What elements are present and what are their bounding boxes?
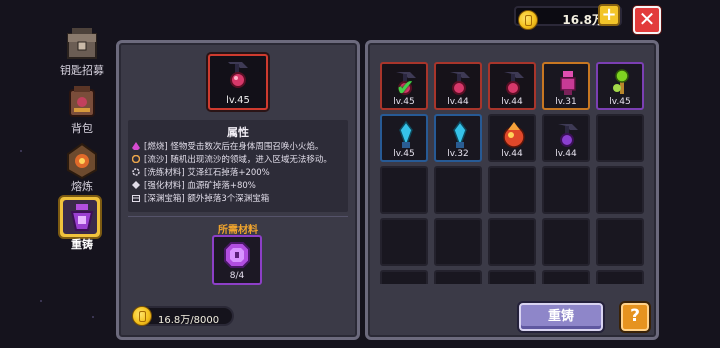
nav-label: 重铸 — [71, 238, 93, 251]
backpack-icon — [62, 82, 102, 122]
coin-icon — [518, 10, 538, 30]
inventory-grid: ✔ lv.45 lv.44 lv.44 lv.31 lv.45 lv.45 lv… — [378, 60, 646, 284]
help-button[interactable]: ? — [621, 303, 649, 331]
inventory-slot[interactable]: lv.44 — [434, 62, 482, 110]
coin-icon — [132, 306, 152, 326]
chest-icon — [62, 24, 102, 64]
purple-gem-icon — [224, 242, 250, 268]
slot-level: lv.45 — [393, 149, 415, 159]
attributes-title: 属性 — [227, 126, 249, 139]
empty-slot[interactable] — [488, 270, 536, 284]
reforge-cost: 16.8万/8000 — [132, 306, 234, 326]
slot-level: lv.45 — [393, 97, 415, 107]
cost-amount: 16.8万/8000 — [158, 315, 220, 326]
blue-crystal-icon — [453, 120, 467, 149]
attributes-box: 属性 [燃烧] 怪物受击数次后在身体周围召唤小火焰。 [流沙] 随机出现流沙的领… — [128, 120, 348, 212]
attribute-row: [流沙] 随机出现流沙的领域，进入区域无法移动。 — [131, 153, 332, 165]
selected-item-level: lv.45 — [226, 95, 250, 106]
box-icon — [132, 194, 140, 202]
nav-item-smelt[interactable]: 熔炼 — [56, 140, 108, 194]
blue-crystal-icon — [399, 120, 413, 149]
empty-slot[interactable] — [488, 218, 536, 266]
inventory-slot[interactable]: ✔ lv.45 — [380, 62, 428, 110]
reforge-button[interactable]: 重铸 — [519, 303, 603, 331]
inventory-slot[interactable]: lv.44 — [542, 114, 590, 162]
empty-slot[interactable] — [542, 270, 590, 284]
nav-label: 背包 — [71, 122, 93, 135]
gear-icon — [132, 168, 140, 176]
swirl-icon — [131, 154, 141, 164]
required-material-slot[interactable]: 8/4 — [212, 235, 262, 285]
empty-slot[interactable] — [380, 270, 428, 284]
nav-item-reforge[interactable]: 重铸 — [56, 198, 108, 252]
slot-level: lv.44 — [501, 97, 523, 107]
background-dot — [40, 300, 42, 302]
empty-slot[interactable] — [434, 166, 482, 214]
attribute-row: [强化材料] 血源矿掉落+80% — [132, 179, 256, 191]
attribute-text: [深渊宝箱] 额外掉落3个深渊宝箱 — [144, 194, 270, 204]
green-staff-icon — [613, 69, 629, 94]
attribute-row: [洗练材料] 艾泽红石掉落+200% — [132, 166, 270, 178]
smelt-icon — [62, 140, 102, 180]
empty-slot[interactable] — [380, 166, 428, 214]
flame-icon — [132, 142, 140, 150]
nav-item-backpack[interactable]: 背包 — [56, 82, 108, 136]
empty-slot[interactable] — [380, 218, 428, 266]
inventory-slot[interactable]: lv.44 — [488, 62, 536, 110]
dark-scythe-icon — [504, 72, 524, 95]
reforge-icon — [62, 198, 102, 238]
slot-level: lv.44 — [447, 97, 469, 107]
fire-orb-icon — [503, 122, 525, 148]
selected-item-slot[interactable]: lv.45 — [208, 54, 268, 110]
slot-level: lv.44 — [555, 149, 577, 159]
diamond-icon — [132, 181, 140, 189]
inventory-slot[interactable]: lv.45 — [380, 114, 428, 162]
pink-totem-icon — [560, 71, 576, 95]
empty-slot[interactable] — [488, 166, 536, 214]
nav-label: 熔炼 — [71, 180, 93, 193]
background-dot — [92, 316, 94, 318]
required-materials-title: 所需材料 — [218, 225, 258, 236]
attribute-text: [强化材料] 血源矿掉落+80% — [144, 181, 256, 191]
attribute-text: [流沙] 随机出现流沙的领域，进入区域无法移动。 — [144, 155, 332, 165]
empty-slot[interactable] — [542, 218, 590, 266]
attribute-text: [洗练材料] 艾泽红石掉落+200% — [144, 168, 270, 178]
attribute-text: [燃烧] 怪物受击数次后在身体周围召唤小火焰。 — [144, 142, 324, 152]
material-count: 8/4 — [229, 271, 245, 281]
dark-scythe-relic-icon — [228, 62, 248, 88]
attribute-row: [深渊宝箱] 额外掉落3个深渊宝箱 — [132, 192, 269, 204]
nav-item-key-recruit[interactable]: 钥匙招募 — [56, 24, 108, 78]
empty-slot[interactable] — [434, 218, 482, 266]
empty-slot[interactable] — [596, 270, 644, 284]
inventory-slot[interactable]: lv.45 — [596, 62, 644, 110]
inventory-slot[interactable]: lv.44 — [488, 114, 536, 162]
divider — [128, 216, 348, 217]
close-button[interactable]: ✕ — [633, 6, 661, 34]
slot-level: lv.45 — [609, 97, 631, 107]
slot-level: lv.31 — [555, 97, 577, 107]
inventory-slot[interactable]: lv.32 — [434, 114, 482, 162]
inventory-slot[interactable]: lv.31 — [542, 62, 590, 110]
nav-label: 钥匙招募 — [60, 64, 104, 77]
empty-slot[interactable] — [542, 166, 590, 214]
empty-slot[interactable] — [596, 166, 644, 214]
slot-level: lv.44 — [501, 149, 523, 159]
add-gold-button[interactable]: + — [598, 4, 620, 26]
dark-scythe-icon — [450, 72, 470, 95]
empty-slot[interactable] — [596, 218, 644, 266]
background-dot — [20, 150, 22, 152]
empty-slot[interactable] — [596, 114, 644, 162]
slot-level: lv.32 — [447, 149, 469, 159]
attribute-row: [燃烧] 怪物受击数次后在身体周围召唤小火焰。 — [132, 140, 323, 152]
empty-slot[interactable] — [434, 270, 482, 284]
dark-scythe-icon — [558, 124, 578, 147]
